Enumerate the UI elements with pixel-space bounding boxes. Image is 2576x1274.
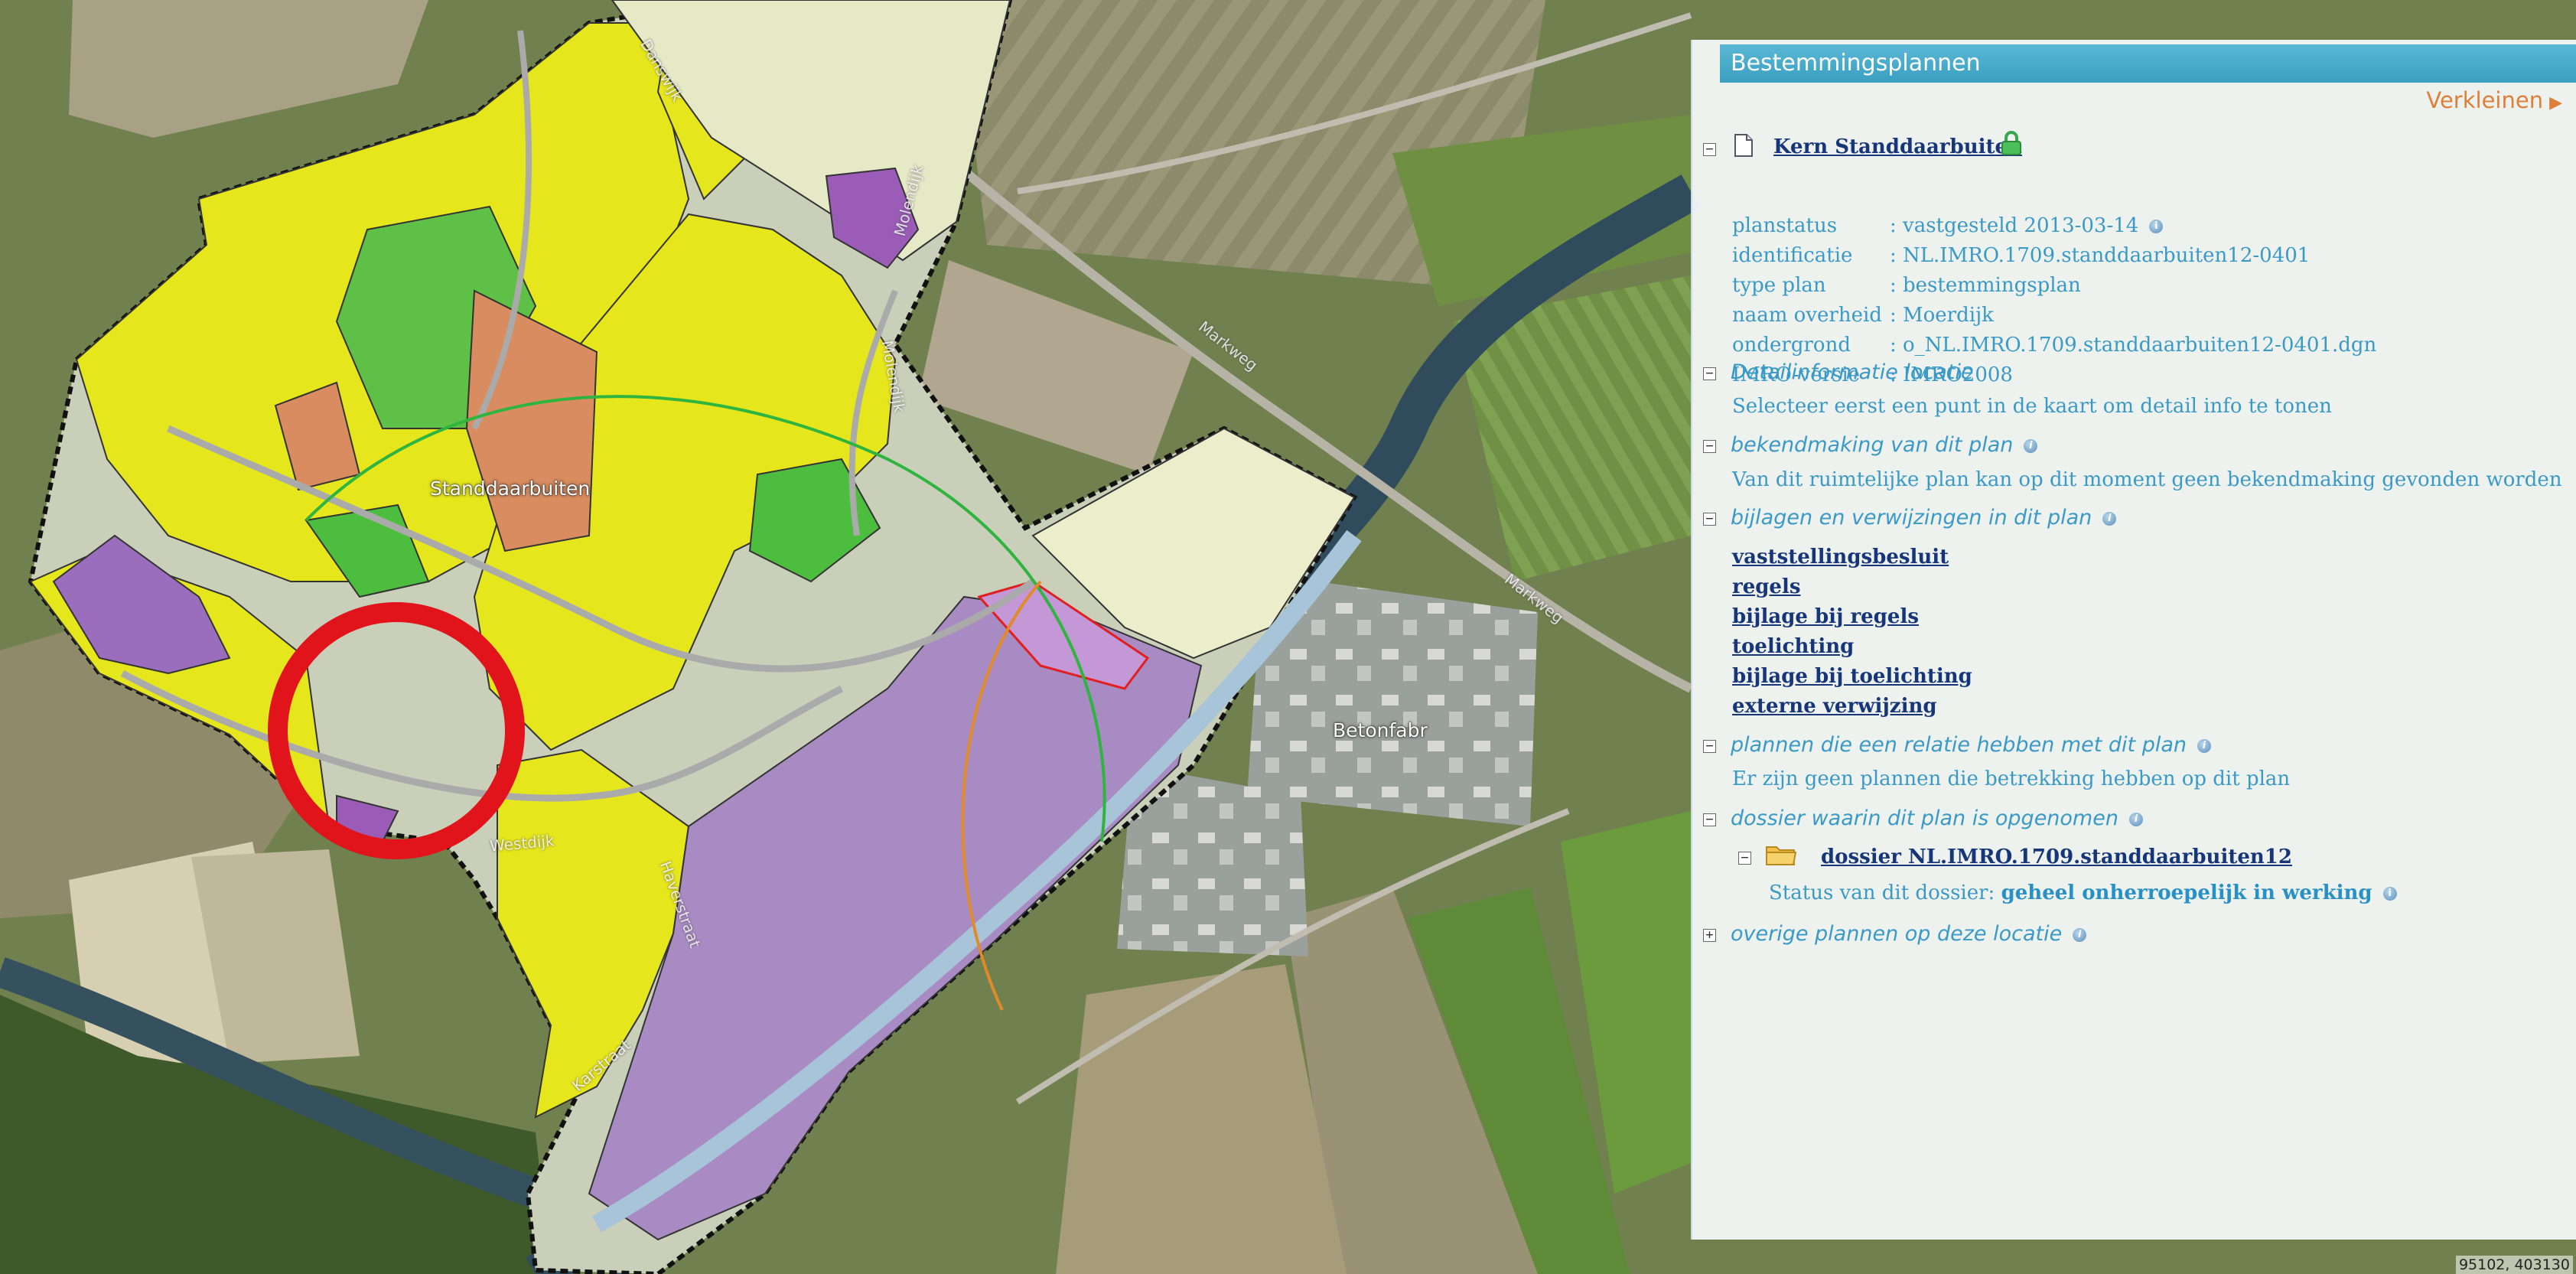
shrink-label: Verkleinen xyxy=(2426,87,2544,113)
attachment-link[interactable]: externe verwijzing xyxy=(1732,695,1937,718)
collapse-toggle[interactable]: − xyxy=(1703,367,1716,380)
property-key: ondergrond xyxy=(1732,334,1851,357)
triangle-right-icon: ▶ xyxy=(2549,93,2562,112)
attachment-link[interactable]: regels xyxy=(1732,575,1800,598)
collapse-toggle[interactable]: − xyxy=(1703,813,1716,826)
dossier-status-label: Status van dit dossier: xyxy=(1769,881,1995,904)
attachment-link[interactable]: toelichting xyxy=(1732,635,1854,658)
attachment-link[interactable]: bijlage bij toelichting xyxy=(1732,665,1972,688)
folder-icon xyxy=(1766,846,1796,865)
info-icon[interactable]: i xyxy=(2149,220,2164,233)
place-label: Standdaarbuiten xyxy=(430,477,591,500)
property-value: : o_NL.IMRO.1709.standdaarbuiten12-0401.… xyxy=(1890,334,2376,357)
section-title-detail: Detailinformatie locatie xyxy=(1731,360,1974,384)
property-value-text: : bestemmingsplan xyxy=(1890,274,2081,297)
info-icon[interactable]: i xyxy=(2073,927,2087,942)
overige-title: overige plannen op deze locatie xyxy=(1731,922,2063,946)
property-key: naam overheid xyxy=(1732,304,1882,327)
info-icon[interactable]: i xyxy=(2197,738,2212,753)
panel-title: Bestemmingsplannen xyxy=(1720,44,2576,83)
info-icon[interactable]: i xyxy=(2382,887,2397,901)
map-coordinates: 95102, 403130 xyxy=(2455,1256,2573,1274)
collapse-toggle[interactable]: − xyxy=(1738,852,1751,865)
property-value-text: : Moerdijk xyxy=(1890,304,1994,327)
bekendmaking-text: Van dit ruimtelijke plan kan op dit mome… xyxy=(1732,468,2562,491)
plan-name-link[interactable]: Kern Standdaarbuiten xyxy=(1773,135,2022,158)
info-icon[interactable]: i xyxy=(2102,511,2117,526)
section-title-bijlagen: bijlagen en verwijzingen in dit plan i xyxy=(1731,506,2117,529)
relatie-text: Er zijn geen plannen die betrekking hebb… xyxy=(1732,767,2291,790)
bijlagen-title: bijlagen en verwijzingen in dit plan xyxy=(1731,506,2092,529)
property-value: : Moerdijk xyxy=(1890,304,1994,327)
property-value-text: : NL.IMRO.1709.standdaarbuiten12-0401 xyxy=(1890,244,2311,267)
section-title-bekendmaking: bekendmaking van dit plan i xyxy=(1731,433,2038,457)
relatie-title: plannen die een relatie hebben met dit p… xyxy=(1731,733,2187,757)
bekendmaking-title: bekendmaking van dit plan xyxy=(1731,433,2014,457)
property-key: type plan xyxy=(1732,274,1826,297)
attachment-link[interactable]: vaststellingsbesluit xyxy=(1732,546,1949,569)
property-value-text: : o_NL.IMRO.1709.standdaarbuiten12-0401.… xyxy=(1890,334,2377,357)
dossier-link[interactable]: dossier NL.IMRO.1709.standdaarbuiten12 xyxy=(1821,846,2292,868)
collapse-toggle[interactable]: − xyxy=(1703,513,1716,526)
lock-icon xyxy=(2001,131,2021,155)
info-icon[interactable]: i xyxy=(2128,812,2143,826)
detail-text: Selecteer eerst een punt in de kaart om … xyxy=(1732,395,2332,418)
shrink-button[interactable]: Verkleinen ▶ xyxy=(2426,87,2562,113)
poi-label: Betonfabr xyxy=(1333,719,1428,741)
dossier-status-value: geheel onherroepelijk in werking xyxy=(2001,881,2372,904)
collapse-toggle[interactable]: − xyxy=(1703,440,1716,453)
section-title-overige: overige plannen op deze locatie i xyxy=(1731,922,2087,946)
property-value: : NL.IMRO.1709.standdaarbuiten12-0401 xyxy=(1890,244,2310,267)
section-title-relatie: plannen die een relatie hebben met dit p… xyxy=(1731,733,2212,757)
property-key: planstatus xyxy=(1732,214,1838,237)
expand-toggle[interactable]: + xyxy=(1703,929,1716,942)
document-icon xyxy=(1734,134,1753,157)
property-value: : bestemmingsplan xyxy=(1890,274,2081,297)
collapse-toggle[interactable]: − xyxy=(1703,143,1716,156)
collapse-toggle[interactable]: − xyxy=(1703,740,1716,753)
property-value-text: : vastgesteld 2013-03-14 xyxy=(1890,214,2139,237)
property-value: : vastgesteld 2013-03-14 i xyxy=(1890,214,2164,237)
dossier-status: Status van dit dossier: geheel onherroep… xyxy=(1769,881,2397,904)
section-title-dossier: dossier waarin dit plan is opgenomen i xyxy=(1731,806,2143,830)
plan-info-panel: Bestemmingsplannen Verkleinen ▶ − Kern St… xyxy=(1691,40,2576,1240)
info-icon[interactable]: i xyxy=(2024,438,2038,453)
dossier-title: dossier waarin dit plan is opgenomen xyxy=(1731,806,2118,830)
attachment-link[interactable]: bijlage bij regels xyxy=(1732,605,1919,628)
property-key: identificatie xyxy=(1732,244,1853,267)
